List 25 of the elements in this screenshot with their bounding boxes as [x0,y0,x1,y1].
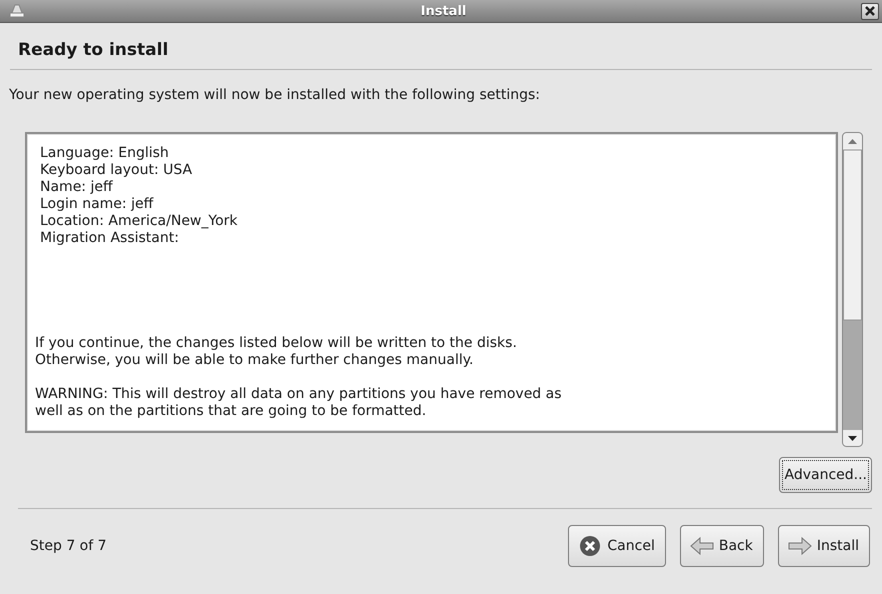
drive-icon [8,3,26,19]
summary-line: WARNING: This will destroy all data on any partitions you have removed as [35,386,563,403]
summary-line: Otherwise, you will be able to make further changes manually. [35,352,474,369]
cancel-button[interactable]: Cancel [568,525,666,567]
right-arrow-icon [786,535,813,557]
window-title: Install [420,4,468,18]
close-icon [865,6,875,16]
setting-line: Login name: jeff [39,196,154,213]
summary-line: well as on the partitions that are going to be formatted. [35,403,428,420]
left-arrow-icon [688,535,715,557]
close-button[interactable] [861,2,879,20]
setting-line: Keyboard layout: USA [39,162,194,179]
setting-line: Location: America/New_York [39,213,239,230]
page-heading: Ready to install [18,39,170,62]
setting-line: Migration Assistant: [39,230,180,247]
step-indicator: Step 7 of 7 [29,538,108,554]
setting-line: Name: jeff [39,179,114,196]
intro-text: Your new operating system will now be installed with the following settings: [9,86,542,103]
forward-button[interactable]: Install [778,525,870,567]
advanced-button[interactable]: Advanced... [779,457,872,493]
scrollbar[interactable] [842,132,863,447]
summary-text-area[interactable] [25,132,838,433]
setting-line: Language: English [39,145,170,162]
back-button[interactable]: Back [680,525,764,567]
summary-line: If you continue, the changes listed below will be written to the disks. [35,335,518,352]
